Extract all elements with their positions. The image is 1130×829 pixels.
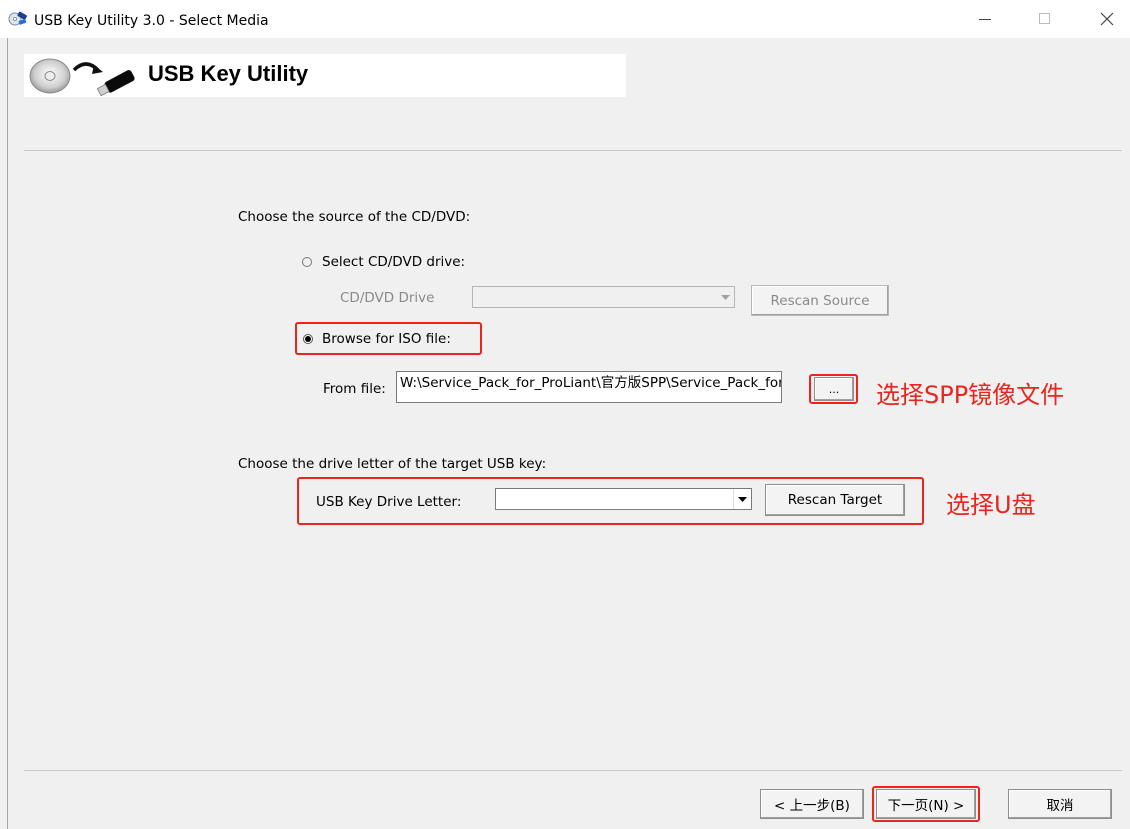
radio-select-drive[interactable] xyxy=(302,257,312,267)
source-heading: Choose the source of the CD/DVD: xyxy=(238,209,471,225)
cd-drive-select[interactable] xyxy=(472,286,735,308)
from-file-label: From file: xyxy=(323,381,386,397)
close-button[interactable] xyxy=(1084,0,1130,38)
browse-file-button[interactable]: ... xyxy=(814,377,854,401)
target-heading: Choose the drive letter of the target US… xyxy=(238,456,547,472)
cd-drive-label: CD/DVD Drive xyxy=(340,290,435,306)
radio-browse-iso-label[interactable]: Browse for ISO file: xyxy=(322,331,451,347)
chevron-down-icon xyxy=(716,287,734,307)
cd-to-usb-icon xyxy=(26,56,140,97)
annotation-select-usb: 选择U盘 xyxy=(946,491,1036,519)
usb-drive-letter-label: USB Key Drive Letter: xyxy=(316,494,462,510)
radio-select-drive-label[interactable]: Select CD/DVD drive: xyxy=(322,254,465,270)
banner-title: USB Key Utility xyxy=(148,61,309,86)
annotation-select-spp: 选择SPP镜像文件 xyxy=(876,381,1065,409)
rescan-target-button[interactable]: Rescan Target xyxy=(765,484,905,516)
window-title: USB Key Utility 3.0 - Select Media xyxy=(34,13,269,29)
header-separator xyxy=(24,150,1122,151)
close-icon xyxy=(1100,12,1114,26)
iso-file-path-input[interactable]: W:\Service_Pack_for_ProLiant\官方版SPP\Serv… xyxy=(396,371,782,403)
minimize-icon xyxy=(979,19,991,20)
next-button[interactable]: 下一页(N) > xyxy=(876,789,976,819)
rescan-source-button[interactable]: Rescan Source xyxy=(751,285,889,316)
chevron-down-icon xyxy=(733,489,751,509)
minimize-button[interactable] xyxy=(962,0,1008,38)
footer-separator xyxy=(24,770,1122,771)
back-button[interactable]: < 上一步(B) xyxy=(760,789,864,819)
cancel-button[interactable]: 取消 xyxy=(1008,789,1112,819)
app-icon xyxy=(8,10,28,28)
maximize-icon xyxy=(1039,13,1050,24)
usb-drive-letter-select[interactable] xyxy=(495,488,752,510)
radio-browse-iso[interactable] xyxy=(303,334,313,344)
maximize-button[interactable] xyxy=(1022,0,1068,38)
window-border xyxy=(7,38,8,829)
